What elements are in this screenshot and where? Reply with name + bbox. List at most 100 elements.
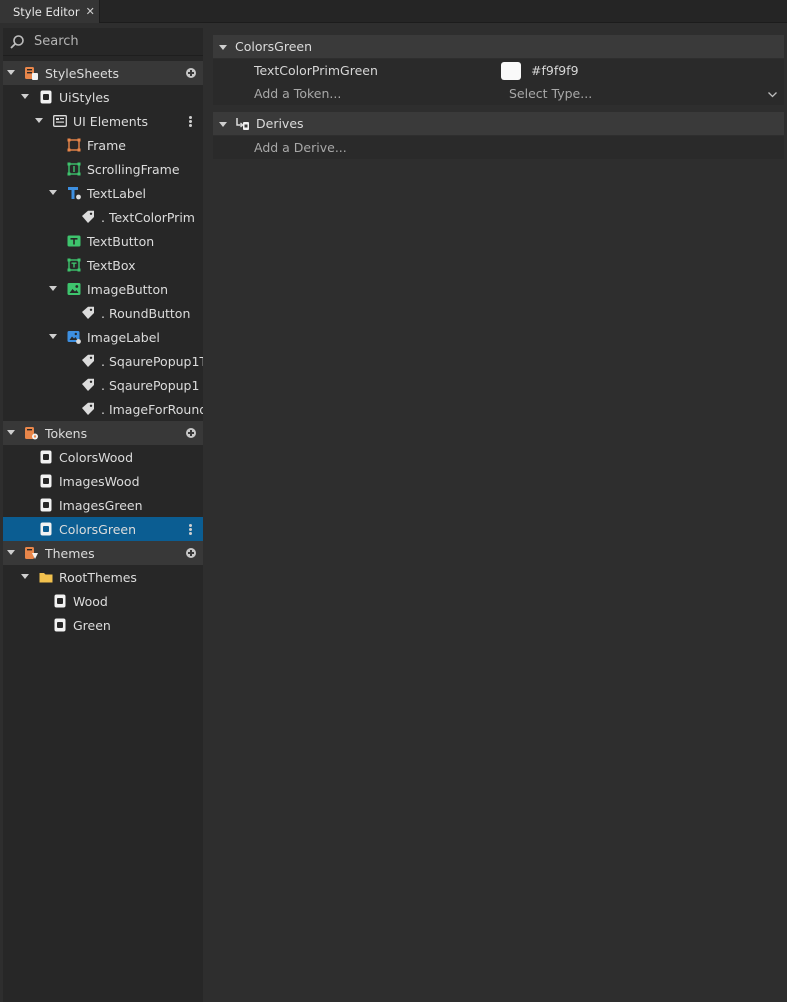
tree-item-label: ImagesGreen <box>59 497 143 513</box>
chevron-down-icon[interactable] <box>20 92 30 102</box>
chevron-down-icon[interactable] <box>48 332 58 342</box>
stylesheet-icon <box>40 522 52 536</box>
scrolling-frame-icon <box>67 162 81 176</box>
chevron-down-icon[interactable] <box>48 284 58 294</box>
tree-item-label: ImageButton <box>87 281 169 297</box>
section-header-colorsgreen[interactable]: ColorsGreen <box>213 35 784 58</box>
chevron-down-icon[interactable] <box>20 572 30 582</box>
tree-item-textbutton[interactable]: TextButton <box>3 229 203 253</box>
tree-item-label: ImagesWood <box>59 473 140 489</box>
stylesheet-icon <box>40 498 52 512</box>
search-bar[interactable]: Search <box>3 28 203 56</box>
section-title: Derives <box>256 116 304 131</box>
tree-item-tag-sqaurepopup1[interactable]: . SqaurePopup1 <box>3 373 203 397</box>
search-icon <box>10 34 24 49</box>
stylesheet-folder-icon <box>25 67 38 80</box>
folder-icon <box>39 573 53 583</box>
tree-item-colorswood[interactable]: ColorsWood <box>3 445 203 469</box>
tree-item-tag-imageforround[interactable]: . ImageForRound <box>3 397 203 421</box>
section-header-derives[interactable]: Derives <box>213 112 784 135</box>
tree-item-tokens[interactable]: Tokens <box>3 421 203 445</box>
select-type-dropdown[interactable]: Select Type... <box>509 86 592 101</box>
text-box-icon <box>67 258 81 272</box>
add-token-sheet-icon[interactable] <box>186 428 196 438</box>
tree-item-imagelabel[interactable]: ImageLabel <box>3 325 203 349</box>
text-label-icon <box>68 187 81 200</box>
tree-item-ui-elements[interactable]: UI Elements <box>3 109 203 133</box>
tree-item-label: UI Elements <box>73 113 149 129</box>
add-derive-input[interactable]: Add a Derive... <box>254 140 347 155</box>
tree-item-label: ColorsWood <box>59 449 134 465</box>
tab-title: Style Editor <box>13 4 80 19</box>
tree-item-tag-sqaurepopup1t[interactable]: . SqaurePopup1T <box>3 349 203 373</box>
tag-icon <box>82 402 94 415</box>
tab-style-editor[interactable]: Style Editor ✕ <box>0 0 100 23</box>
tree-item-label: TextButton <box>87 233 155 249</box>
tree-item-label: Green <box>73 617 111 633</box>
tag-icon <box>82 306 94 319</box>
tree-item-label: . SqaurePopup1 <box>101 377 200 393</box>
derives-icon <box>236 118 249 130</box>
more-options-icon[interactable] <box>189 523 192 535</box>
tree-item-tag-textcolorprim[interactable]: . TextColorPrim <box>3 205 203 229</box>
chevron-down-icon[interactable] <box>219 39 227 54</box>
tree-item-scrollingframe[interactable]: ScrollingFrame <box>3 157 203 181</box>
tree-item-label: Wood <box>73 593 108 609</box>
tree-item-label: UiStyles <box>59 89 110 105</box>
chevron-down-icon[interactable] <box>768 86 777 101</box>
token-row[interactable]: TextColorPrimGreen #f9f9f9 <box>213 59 784 82</box>
add-theme-icon[interactable] <box>186 548 196 558</box>
chevron-down-icon[interactable] <box>48 188 58 198</box>
chevron-down-icon[interactable] <box>219 116 227 131</box>
add-stylesheet-icon[interactable] <box>186 68 196 78</box>
add-derive-row: Add a Derive... <box>213 136 784 159</box>
search-input[interactable]: Search <box>34 34 79 49</box>
tree-item-frame[interactable]: Frame <box>3 133 203 157</box>
tokens-folder-icon <box>25 427 38 440</box>
tree-item-green[interactable]: Green <box>3 613 203 637</box>
tree-item-uistyles[interactable]: UiStyles <box>3 85 203 109</box>
image-button-icon <box>67 283 81 295</box>
tree-item-imagesgreen[interactable]: ImagesGreen <box>3 493 203 517</box>
close-icon[interactable]: ✕ <box>86 5 95 18</box>
chevron-down-icon[interactable] <box>6 548 16 558</box>
tree-item-rootthemes[interactable]: RootThemes <box>3 565 203 589</box>
chevron-down-icon[interactable] <box>6 68 16 78</box>
tree-item-imageswood[interactable]: ImagesWood <box>3 469 203 493</box>
tree-item-label: Frame <box>87 137 126 153</box>
themes-folder-icon <box>25 547 38 559</box>
stylesheet-icon <box>40 90 52 104</box>
stylesheet-icon <box>40 474 52 488</box>
token-name[interactable]: TextColorPrimGreen <box>254 63 378 78</box>
chevron-down-icon[interactable] <box>34 116 44 126</box>
tree-item-textlabel[interactable]: TextLabel <box>3 181 203 205</box>
tree-item-themes[interactable]: Themes <box>3 541 203 565</box>
frame-icon <box>67 138 81 152</box>
tree-item-label: TextLabel <box>87 185 147 201</box>
tree-item-colorsgreen[interactable]: ColorsGreen <box>3 517 203 541</box>
tree-item-wood[interactable]: Wood <box>3 589 203 613</box>
tree-item-label: . ImageForRound <box>101 401 203 417</box>
tree-item-label: RootThemes <box>59 569 137 585</box>
tree-item-label: TextBox <box>87 257 136 273</box>
sidebar: Search StyleSheets UiStyles UI Elements … <box>3 28 203 1002</box>
color-swatch[interactable] <box>501 61 521 80</box>
tree-item-textbox[interactable]: TextBox <box>3 253 203 277</box>
tag-icon <box>82 210 94 223</box>
tab-bar: Style Editor ✕ <box>0 0 787 23</box>
section-title: ColorsGreen <box>235 39 313 54</box>
text-button-icon <box>67 235 81 247</box>
tree-item-tag-roundbutton[interactable]: . RoundButton <box>3 301 203 325</box>
tree-item-label: . SqaurePopup1T <box>101 353 203 369</box>
tree-item-label: Tokens <box>45 425 88 441</box>
tree-item-stylesheets[interactable]: StyleSheets <box>3 61 203 85</box>
tag-icon <box>82 378 94 391</box>
chevron-down-icon[interactable] <box>6 428 16 438</box>
add-token-input[interactable]: Add a Token... <box>254 86 341 101</box>
more-options-icon[interactable] <box>189 115 192 127</box>
token-value[interactable]: #f9f9f9 <box>531 63 579 78</box>
stylesheet-icon <box>54 618 66 632</box>
image-label-icon <box>67 331 81 344</box>
tree-item-imagebutton[interactable]: ImageButton <box>3 277 203 301</box>
tree-item-label: ImageLabel <box>87 329 160 345</box>
